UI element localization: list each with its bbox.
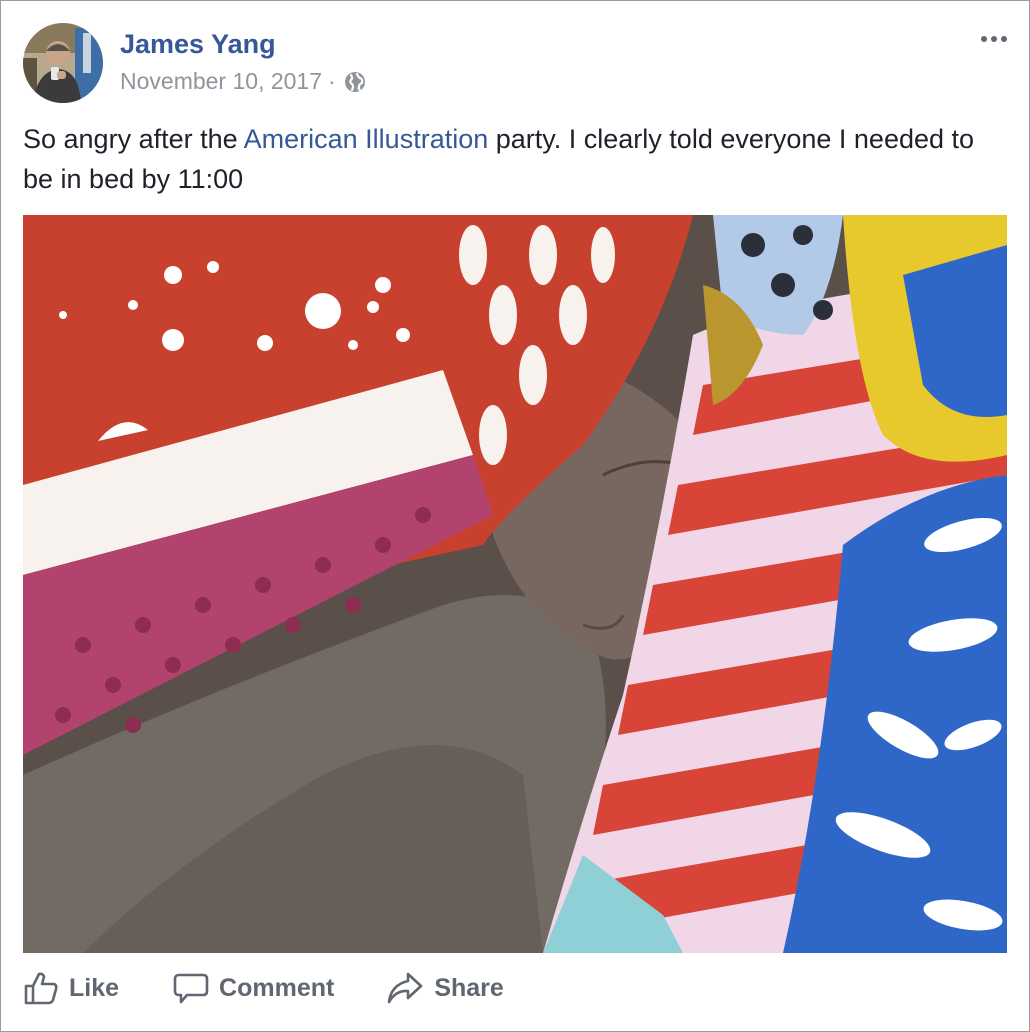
share-button[interactable]: Share xyxy=(386,971,504,1005)
meta-separator: · xyxy=(328,68,336,94)
comment-bubble-icon xyxy=(173,973,209,1004)
post-actions: Like Comment Share xyxy=(23,971,504,1005)
share-label: Share xyxy=(434,973,504,1002)
share-arrow-icon xyxy=(388,972,423,1004)
like-button[interactable]: Like xyxy=(23,971,119,1005)
mention-link[interactable]: American Illustration xyxy=(244,124,489,154)
comment-button[interactable]: Comment xyxy=(173,971,334,1005)
author-name[interactable]: James Yang xyxy=(120,29,276,60)
more-options-icon[interactable] xyxy=(979,31,1009,47)
comment-label: Comment xyxy=(219,973,335,1002)
post-card: James Yang November 10, 2017 · So angry … xyxy=(0,0,1030,1032)
post-text: So angry after the American Illustration… xyxy=(23,119,1003,199)
post-text-start: So angry after the xyxy=(23,124,244,154)
avatar[interactable] xyxy=(23,23,103,103)
post-date[interactable]: November 10, 2017 xyxy=(120,68,322,95)
post-meta: November 10, 2017 · xyxy=(120,68,366,95)
globe-icon[interactable] xyxy=(344,71,366,93)
like-label: Like xyxy=(69,973,120,1002)
post-photo[interactable] xyxy=(23,215,1007,953)
thumbs-up-icon xyxy=(24,972,58,1005)
